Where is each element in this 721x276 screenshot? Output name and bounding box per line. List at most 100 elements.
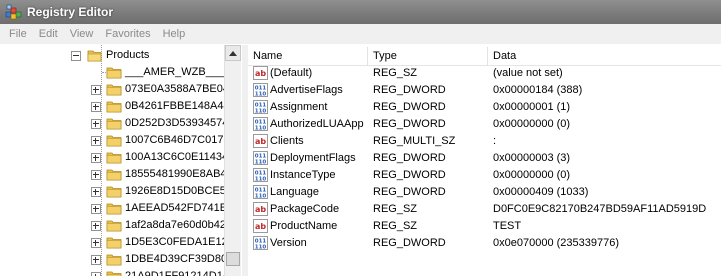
value-row[interactable]: 011 110 AdvertiseFlags REG_DWORD 0x00000184 … [248,82,721,99]
folder-icon [106,220,122,232]
value-row[interactable]: 011 110 Version REG_DWORD 0x0e070000 (235339… [248,235,721,252]
tree-item-label: 1af2a8da7e60d0b42 [125,219,226,231]
tree-item[interactable]: 1AEEAD542FD741E4 [5,200,237,217]
value-type: REG_DWORD [373,237,446,249]
folder-icon [106,67,122,79]
value-data: 0x00000409 (1033) [493,186,589,198]
value-row[interactable]: 011 110 InstanceType REG_DWORD 0x00000000 (0… [248,167,721,184]
expand-icon[interactable] [91,85,101,95]
value-row[interactable]: 011 110 DeploymentFlags REG_DWORD 0x00000003… [248,150,721,167]
tree-item[interactable]: ___AMER_WZB___ [5,64,237,81]
tree-item[interactable]: 21A9D1FF91214D14 [5,268,237,276]
expand-icon[interactable] [91,238,101,248]
folder-icon [106,254,122,266]
folder-icon [106,152,122,164]
scroll-thumb[interactable] [226,252,240,266]
value-row[interactable]: ab (Default) REG_SZ (value not set) [248,65,721,82]
tree-item[interactable]: 100A13C6C0E11434 [5,149,237,166]
expand-icon[interactable] [91,204,101,214]
menu-view[interactable]: View [64,28,100,40]
values-list-pane[interactable]: Name Type Data ab (Default) REG_SZ (value n… [248,45,721,276]
tree-item[interactable]: 1DBE4D39CF39D804 [5,251,237,268]
tree-item-label: Products [106,49,150,61]
collapse-icon[interactable] [71,51,81,61]
tree-item-label: 0D252D3D53934574 [125,117,229,129]
value-row[interactable]: ab ProductName REG_SZ TEST [248,218,721,235]
binary-value-icon: 011110 [253,168,268,182]
menu-favorites[interactable]: Favorites [99,28,156,40]
value-data: 0x00000003 (3) [493,152,571,164]
tree-item[interactable]: 18555481990E8AB4 [5,166,237,183]
tree-item-label: ___AMER_WZB___ [125,66,225,78]
value-data: : [493,135,497,147]
tree-item-label: 073E0A3588A7BE04 [125,83,229,95]
value-name: AdvertiseFlags [270,84,343,96]
column-header-data[interactable]: Data [488,47,721,65]
tree-item[interactable]: 1D5E3C0FEDA1E123 [5,234,237,251]
expand-icon[interactable] [91,102,101,112]
expand-icon[interactable] [91,170,101,180]
window-title: Registry Editor [27,5,114,19]
tree-item-label: 0B4261FBBE148A44 [125,100,230,112]
value-type: REG_DWORD [373,169,446,181]
folder-icon [106,118,122,130]
tree-item[interactable]: 073E0A3588A7BE04 [5,81,237,98]
value-row[interactable]: 011 110 Assignment REG_DWORD 0x00000001 (1) [248,99,721,116]
value-name: DeploymentFlags [270,152,356,164]
tree-item[interactable]: 1926E8D15D0BCE53 [5,183,237,200]
value-row[interactable]: 011 110 Language REG_DWORD 0x00000409 (1033) [248,184,721,201]
value-row[interactable]: 011 110 AuthorizedLUAApp REG_DWORD 0x0000000… [248,116,721,133]
expand-icon[interactable] [91,255,101,265]
menu-help[interactable]: Help [157,28,192,40]
value-name: ProductName [270,220,338,232]
key-tree-pane[interactable]: Products ___AMER_WZB___ 073E0A3588A7BE04 0… [5,45,242,276]
tree-item-label: 1DBE4D39CF39D804 [125,253,234,265]
expand-icon[interactable] [91,119,101,129]
value-name: AuthorizedLUAApp [270,118,364,130]
value-type: REG_DWORD [373,186,446,198]
value-type: REG_MULTI_SZ [373,135,456,147]
column-header-type[interactable]: Type [368,47,488,65]
folder-icon [106,203,122,215]
string-value-icon: ab [253,219,268,233]
value-type: REG_SZ [373,67,418,79]
svg-text:110: 110 [255,91,267,97]
folder-icon [106,237,122,249]
tree-item-label: 1007C6B46D7C0173 [125,134,230,146]
value-type: REG_DWORD [373,152,446,164]
value-data: (value not set) [493,67,563,79]
binary-value-icon: 011110 [253,83,268,97]
menu-file[interactable]: File [0,28,33,40]
expand-icon[interactable] [91,136,101,146]
expand-icon[interactable] [91,272,101,276]
title-bar[interactable]: Registry Editor [0,0,721,24]
tree-item-label: 100A13C6C0E11434 [125,151,229,163]
tree-item-label: 1AEEAD542FD741E4 [125,202,234,214]
value-data: D0FC0E9C82170B247BD59AF11AD5919D [493,203,707,215]
binary-value-icon: 011110 [253,151,268,165]
value-name: Version [270,237,307,249]
folder-icon [106,101,122,113]
tree-scrollbar[interactable] [224,45,241,276]
tree-item[interactable]: 1007C6B46D7C0173 [5,132,237,149]
value-name: InstanceType [270,169,336,181]
registry-editor-icon [5,4,22,20]
value-row[interactable]: ab PackageCode REG_SZ D0FC0E9C82170B247BD59… [248,201,721,218]
expand-icon[interactable] [91,153,101,163]
scroll-up-button[interactable] [225,45,241,61]
value-data: TEST [493,220,522,232]
value-row[interactable]: ab Clients REG_MULTI_SZ: [248,133,721,150]
svg-text:110: 110 [255,159,267,165]
tree-item[interactable]: 0D252D3D53934574 [5,115,237,132]
folder-icon [106,135,122,147]
expand-icon[interactable] [91,221,101,231]
binary-value-icon: 011110 [253,117,268,131]
column-header-name[interactable]: Name [248,47,368,65]
value-data: 0x00000001 (1) [493,101,571,113]
svg-text:110: 110 [255,244,267,250]
menu-edit[interactable]: Edit [33,28,64,40]
tree-item[interactable]: 0B4261FBBE148A44 [5,98,237,115]
tree-item[interactable]: 1af2a8da7e60d0b42 [5,217,237,234]
expand-icon[interactable] [91,187,101,197]
tree-item-products[interactable]: Products [5,47,237,64]
